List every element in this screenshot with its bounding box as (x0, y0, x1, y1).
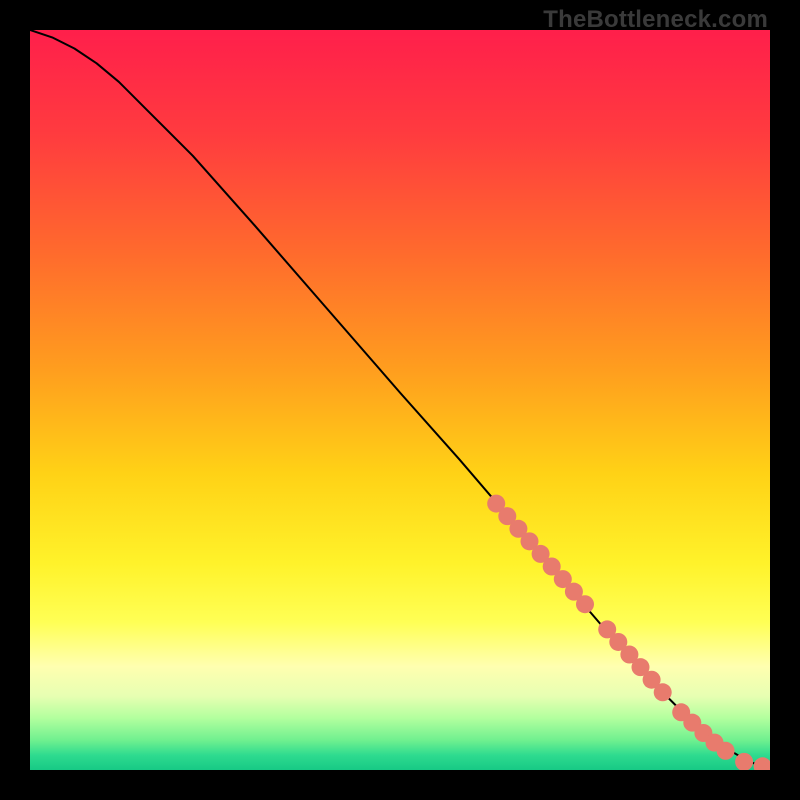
chart-svg (30, 30, 770, 770)
plot-area (30, 30, 770, 770)
chart-frame: TheBottleneck.com (0, 0, 800, 800)
highlight-dot (717, 742, 735, 760)
highlight-dot (654, 683, 672, 701)
gradient-background (30, 30, 770, 770)
highlight-dot (576, 595, 594, 613)
